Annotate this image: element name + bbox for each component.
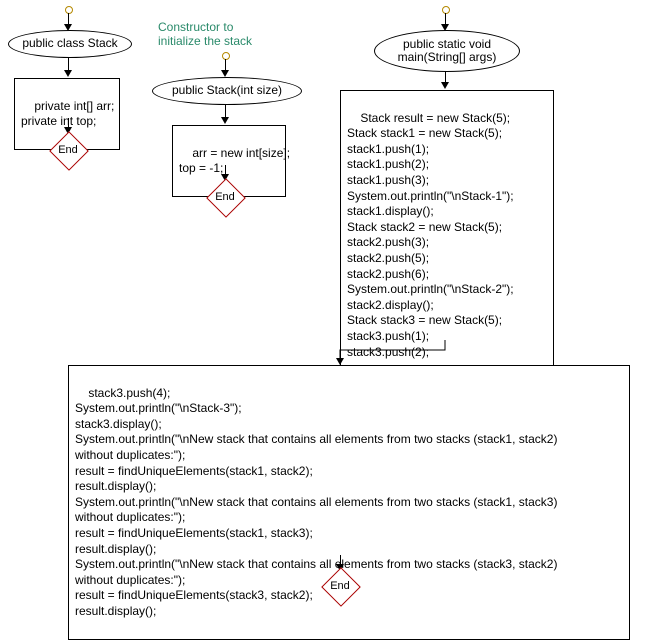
- start-dot-flow1: [65, 6, 73, 14]
- arrow-head: [221, 117, 229, 124]
- arrow-line: [225, 104, 226, 118]
- start-dot-flow2: [222, 52, 230, 60]
- ellipse-label: public class Stack: [22, 37, 117, 50]
- flowchart-canvas: public class Stack private int[] arr; pr…: [0, 0, 659, 604]
- end-diamond-flow2: End: [207, 179, 243, 215]
- ellipse-constructor: public Stack(int size): [152, 77, 302, 105]
- end-label: End: [207, 179, 243, 215]
- ellipse-class-stack: public class Stack: [8, 30, 132, 58]
- ellipse-label: public static void main(String[] args): [398, 38, 497, 64]
- rect-main-block1: Stack result = new Stack(5); Stack stack…: [340, 90, 554, 381]
- ellipse-label: public Stack(int size): [172, 84, 282, 97]
- rect-text: arr = new int[size]; top = -1;: [179, 146, 290, 176]
- end-diamond-flow3: End: [322, 568, 358, 604]
- annotation-constructor: Constructor to initialize the stack: [158, 20, 252, 48]
- start-dot-flow3: [442, 6, 450, 14]
- arrow-line: [68, 57, 69, 71]
- ellipse-main: public static void main(String[] args): [374, 30, 520, 72]
- rect-text: stack3.push(4); System.out.println("\nSt…: [75, 386, 557, 618]
- end-diamond-flow1: End: [50, 132, 86, 168]
- end-label: End: [322, 568, 358, 604]
- arrow-head: [221, 70, 229, 77]
- arrow-head: [441, 82, 449, 89]
- arrow-head: [64, 70, 72, 77]
- end-label: End: [50, 132, 86, 168]
- rect-text: Stack result = new Stack(5); Stack stack…: [347, 111, 514, 359]
